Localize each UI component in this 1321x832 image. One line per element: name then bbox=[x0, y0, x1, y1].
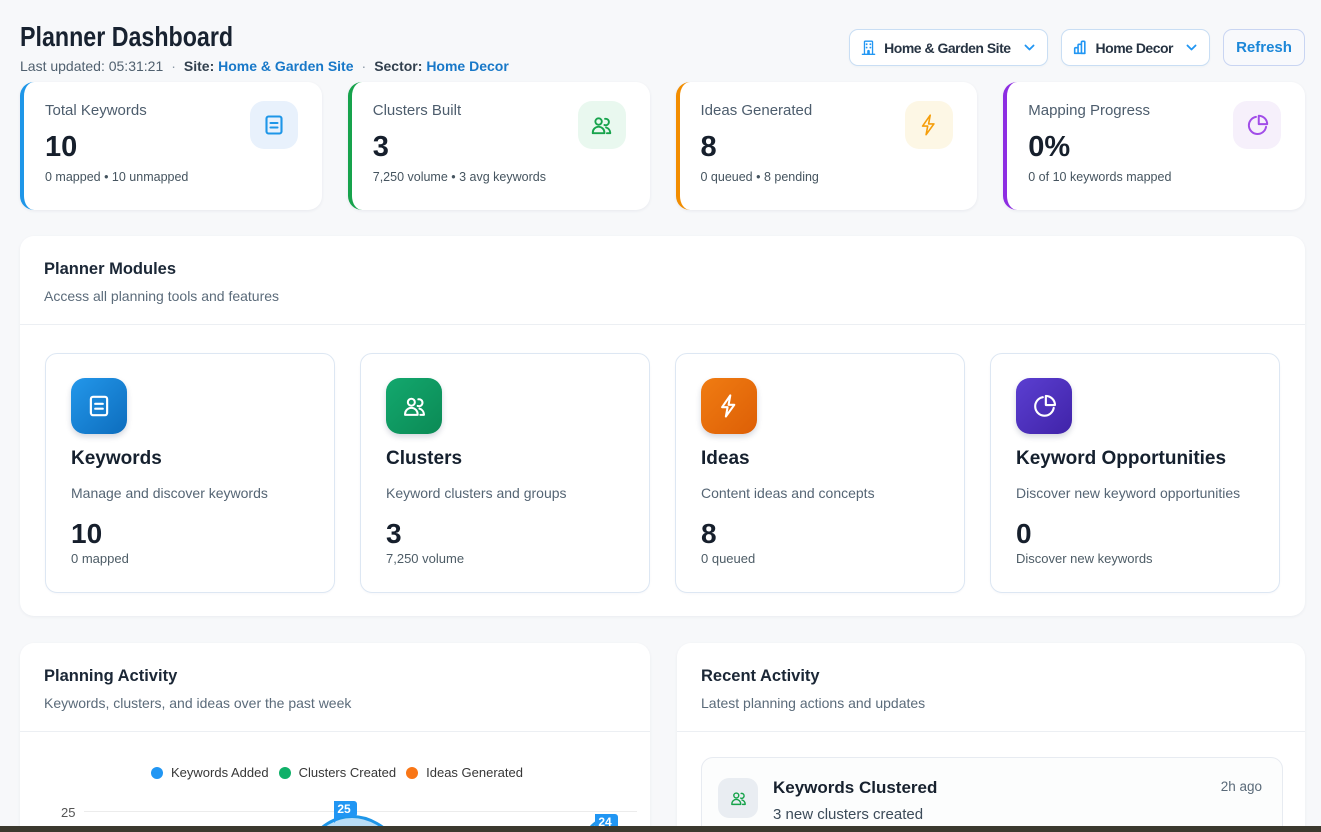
svg-text:25: 25 bbox=[337, 802, 351, 816]
